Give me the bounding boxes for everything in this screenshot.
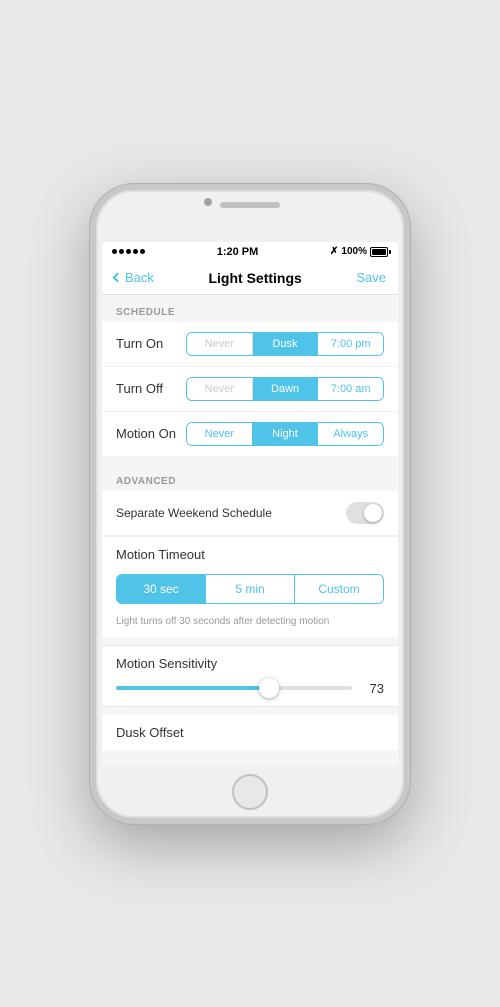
turn-off-dawn-btn[interactable]: Dawn bbox=[253, 378, 319, 400]
motion-night-btn[interactable]: Night bbox=[253, 423, 319, 445]
dusk-offset-label: Dusk Offset bbox=[116, 725, 184, 740]
schedule-section-header: SCHEDULE bbox=[102, 295, 398, 322]
turn-off-row: Turn Off Never Dawn 7:00 am bbox=[102, 367, 398, 412]
sensitivity-slider-fill bbox=[116, 686, 269, 690]
sensitivity-value: 73 bbox=[360, 681, 384, 696]
weekend-schedule-label: Separate Weekend Schedule bbox=[116, 506, 346, 520]
turn-on-row: Turn On Never Dusk 7:00 pm bbox=[102, 322, 398, 367]
signal-dot-1 bbox=[112, 249, 117, 254]
sensitivity-section: Motion Sensitivity 73 bbox=[102, 645, 398, 707]
phone-home-button[interactable] bbox=[232, 774, 268, 810]
motion-never-btn[interactable]: Never bbox=[187, 423, 253, 445]
back-button[interactable]: Back bbox=[114, 270, 154, 285]
signal-dot-5 bbox=[140, 249, 145, 254]
bluetooth-icon: ✗ bbox=[330, 246, 338, 257]
content-area: SCHEDULE Turn On Never Dusk 7:00 pm Turn… bbox=[102, 295, 398, 766]
battery-fill bbox=[372, 249, 386, 255]
save-button[interactable]: Save bbox=[356, 270, 386, 285]
turn-on-label: Turn On bbox=[116, 336, 176, 351]
turn-off-never-btn[interactable]: Never bbox=[187, 378, 253, 400]
back-label: Back bbox=[125, 270, 154, 285]
timeout-description: Light turns off 30 seconds after detecti… bbox=[102, 612, 398, 637]
motion-timeout-segmented: 30 sec 5 min Custom bbox=[116, 574, 384, 604]
chevron-left-icon bbox=[113, 273, 123, 283]
signal-dot-4 bbox=[133, 249, 138, 254]
page-title: Light Settings bbox=[208, 270, 301, 286]
turn-on-dusk-btn[interactable]: Dusk bbox=[253, 333, 319, 355]
weekend-schedule-toggle[interactable] bbox=[346, 502, 384, 524]
weekend-schedule-row: Separate Weekend Schedule bbox=[102, 491, 398, 536]
phone-frame: 1:20 PM ✗ 100% Back Light Settings Save … bbox=[90, 184, 410, 824]
battery-icon bbox=[370, 247, 388, 257]
turn-off-time-btn[interactable]: 7:00 am bbox=[318, 378, 383, 400]
dusk-offset-row: Dusk Offset bbox=[102, 707, 398, 750]
timeout-5min-btn[interactable]: 5 min bbox=[206, 575, 295, 603]
motion-on-row: Motion On Never Night Always bbox=[102, 412, 398, 456]
status-bar: 1:20 PM ✗ 100% bbox=[102, 242, 398, 262]
turn-on-never-btn[interactable]: Never bbox=[187, 333, 253, 355]
advanced-group: Separate Weekend Schedule Motion Timeout… bbox=[102, 491, 398, 637]
motion-timeout-label: Motion Timeout bbox=[102, 536, 398, 566]
status-right-group: ✗ 100% bbox=[330, 246, 388, 257]
motion-on-label: Motion On bbox=[116, 426, 176, 441]
turn-off-label: Turn Off bbox=[116, 381, 176, 396]
signal-dot-2 bbox=[119, 249, 124, 254]
nav-bar: Back Light Settings Save bbox=[102, 262, 398, 295]
phone-camera bbox=[204, 198, 212, 206]
motion-timeout-row: 30 sec 5 min Custom bbox=[102, 566, 398, 612]
sensitivity-slider-row: 73 bbox=[102, 677, 398, 706]
timeout-custom-btn[interactable]: Custom bbox=[295, 575, 383, 603]
motion-always-btn[interactable]: Always bbox=[318, 423, 383, 445]
signal-dot-3 bbox=[126, 249, 131, 254]
sensitivity-slider-track[interactable] bbox=[116, 686, 352, 690]
turn-off-segmented: Never Dawn 7:00 am bbox=[186, 377, 384, 401]
turn-on-segmented: Never Dusk 7:00 pm bbox=[186, 332, 384, 356]
status-time: 1:20 PM bbox=[217, 246, 259, 258]
motion-on-segmented: Never Night Always bbox=[186, 422, 384, 446]
schedule-group: Turn On Never Dusk 7:00 pm Turn Off Neve… bbox=[102, 322, 398, 456]
turn-on-time-btn[interactable]: 7:00 pm bbox=[318, 333, 383, 355]
screen: 1:20 PM ✗ 100% Back Light Settings Save … bbox=[102, 242, 398, 766]
advanced-section-header: ADVANCED bbox=[102, 464, 398, 491]
sensitivity-label: Motion Sensitivity bbox=[102, 646, 398, 677]
timeout-30sec-btn[interactable]: 30 sec bbox=[117, 575, 206, 603]
signal-bars bbox=[112, 249, 145, 254]
sensitivity-slider-thumb[interactable] bbox=[259, 678, 279, 698]
battery-percent: 100% bbox=[341, 246, 367, 257]
